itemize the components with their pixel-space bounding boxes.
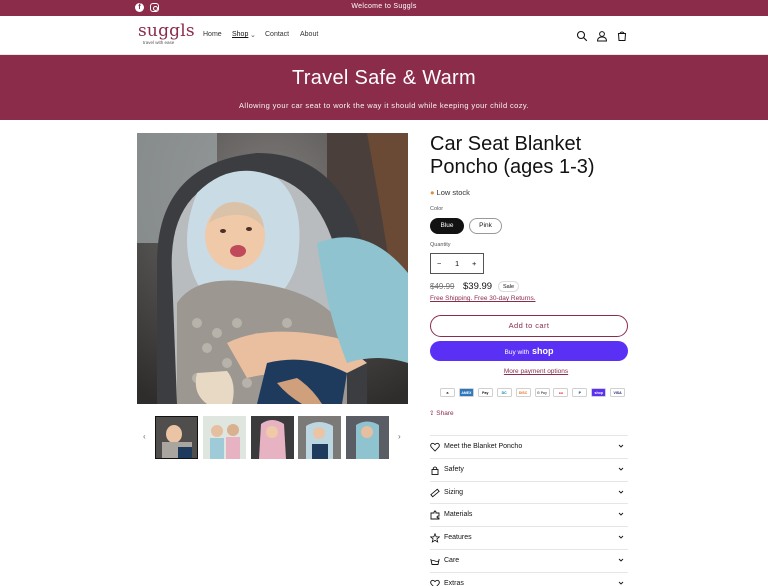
sale-badge: Sale bbox=[498, 281, 520, 292]
color-option-pink[interactable]: Pink bbox=[469, 218, 502, 234]
product-photo bbox=[137, 133, 408, 404]
accordion-label: Materials bbox=[444, 511, 473, 519]
quantity-label: Quantity bbox=[430, 242, 451, 248]
thumbnail-2[interactable] bbox=[203, 416, 246, 459]
qty-input[interactable]: 1 bbox=[455, 259, 459, 268]
share-button[interactable]: ⇪ Share bbox=[429, 409, 454, 417]
announcement-text: Welcome to Suggls bbox=[351, 3, 417, 10]
accordion-extras[interactable]: Extras bbox=[430, 571, 628, 586]
nav-shop[interactable]: Shop bbox=[232, 31, 248, 38]
color-option-blue[interactable]: Blue bbox=[430, 218, 464, 234]
quantity-stepper: − 1 + bbox=[430, 253, 484, 274]
buy-with-shop-button[interactable]: Buy with shop bbox=[430, 341, 628, 361]
amex-icon: AMEX bbox=[458, 388, 474, 397]
accordion-safety[interactable]: Safety bbox=[430, 457, 628, 481]
banner-subtitle: Allowing your car seat to work the way i… bbox=[239, 101, 529, 110]
accordion-sizing[interactable]: Sizing bbox=[430, 480, 628, 504]
shipping-link[interactable]: Free Shipping. Free 30-day Returns. bbox=[430, 295, 536, 302]
stock-text: Low stock bbox=[436, 188, 470, 197]
chevron-down-icon bbox=[618, 581, 624, 585]
accordion-label: Care bbox=[444, 557, 460, 564]
logo-brand: suggls bbox=[138, 21, 195, 41]
logo[interactable]: suggls travel with ease bbox=[138, 21, 195, 50]
share-icon: ⇪ bbox=[429, 410, 435, 417]
thumbnail-5[interactable] bbox=[346, 416, 389, 459]
thumb-photo bbox=[251, 416, 294, 459]
accordion-label: Meet the Blanket Poncho bbox=[444, 443, 523, 450]
add-to-cart-button[interactable]: Add to cart bbox=[430, 315, 628, 337]
chevron-down-icon bbox=[618, 467, 624, 471]
nav-contact[interactable]: Contact bbox=[265, 31, 289, 38]
stock-dot-icon: ● bbox=[430, 188, 435, 197]
more-payment-options-link[interactable]: More payment options bbox=[430, 368, 642, 375]
search-icon[interactable] bbox=[576, 30, 588, 42]
paypal-icon: P bbox=[572, 388, 588, 397]
google-pay-icon: G Pay bbox=[534, 388, 550, 397]
accordion-label: Features bbox=[444, 534, 472, 542]
chevron-down-icon bbox=[618, 535, 624, 539]
shop-pay-icon: shop bbox=[591, 388, 607, 397]
cart-icon[interactable] bbox=[616, 30, 628, 42]
ruler-icon bbox=[430, 488, 440, 497]
site-header: suggls travel with ease Home Shop ⌄ Cont… bbox=[0, 16, 768, 55]
thumb-next-icon[interactable]: › bbox=[398, 432, 401, 441]
amazon-icon: a bbox=[440, 388, 455, 397]
thumb-photo bbox=[346, 416, 389, 459]
puzzle-icon bbox=[430, 510, 440, 520]
accordion-label: Sizing bbox=[444, 488, 464, 496]
nav-home[interactable]: Home bbox=[203, 31, 222, 38]
chevron-down-icon[interactable]: ⌄ bbox=[250, 31, 256, 39]
thumb-photo bbox=[298, 416, 341, 459]
price-original: $49.99 bbox=[430, 282, 455, 291]
chevron-down-icon bbox=[618, 513, 624, 517]
accordion-label: Safety bbox=[444, 465, 464, 473]
visa-icon: VISA bbox=[610, 388, 626, 397]
thumb-photo bbox=[156, 417, 197, 458]
thumb-prev-icon[interactable]: ‹ bbox=[143, 432, 146, 441]
color-label: Color bbox=[430, 206, 444, 212]
washing-icon bbox=[430, 558, 440, 565]
price-sale: $39.99 bbox=[463, 281, 493, 292]
hero-banner: Travel Safe & Warm Allowing your car sea… bbox=[0, 55, 768, 120]
product-title: Car Seat Blanket Poncho (ages 1-3) bbox=[430, 133, 595, 178]
lock-icon bbox=[431, 466, 439, 475]
qty-plus-button[interactable]: + bbox=[472, 259, 476, 268]
chevron-down-icon bbox=[618, 444, 624, 448]
accordion-features[interactable]: Features bbox=[430, 526, 628, 549]
buy-with-label: Buy with bbox=[504, 349, 530, 356]
heart-icon bbox=[430, 579, 440, 586]
nav-about[interactable]: About bbox=[300, 31, 318, 38]
mastercard-icon: ●● bbox=[553, 388, 569, 397]
thumbnail-4[interactable] bbox=[298, 416, 341, 459]
stock-status: ● Low stock bbox=[430, 188, 470, 197]
banner-title: Travel Safe & Warm bbox=[292, 67, 476, 89]
product-main-image[interactable] bbox=[137, 133, 408, 404]
announcement-bar: f Welcome to Suggls bbox=[0, 0, 768, 16]
accordion-materials[interactable]: Materials bbox=[430, 503, 628, 526]
discover-icon: DISC bbox=[515, 388, 531, 397]
chevron-down-icon bbox=[618, 558, 624, 562]
accordion-care[interactable]: Care bbox=[430, 549, 628, 572]
thumbnail-3[interactable] bbox=[251, 416, 294, 459]
chevron-down-icon bbox=[618, 490, 624, 494]
thumbnail-1[interactable] bbox=[155, 416, 198, 459]
accordion-meet-the-blanket-poncho[interactable]: Meet the Blanket Poncho bbox=[430, 435, 628, 458]
star-icon bbox=[430, 533, 440, 544]
qty-minus-button[interactable]: − bbox=[437, 259, 441, 268]
accordion-label: Extras bbox=[444, 579, 464, 586]
heart-icon bbox=[430, 442, 440, 452]
apple-pay-icon: Pay bbox=[477, 388, 493, 397]
share-label: Share bbox=[436, 410, 454, 417]
thumb-photo bbox=[203, 416, 246, 459]
diners-icon: DC bbox=[496, 388, 512, 397]
account-icon[interactable] bbox=[596, 30, 608, 42]
shop-logo: shop bbox=[531, 346, 554, 356]
